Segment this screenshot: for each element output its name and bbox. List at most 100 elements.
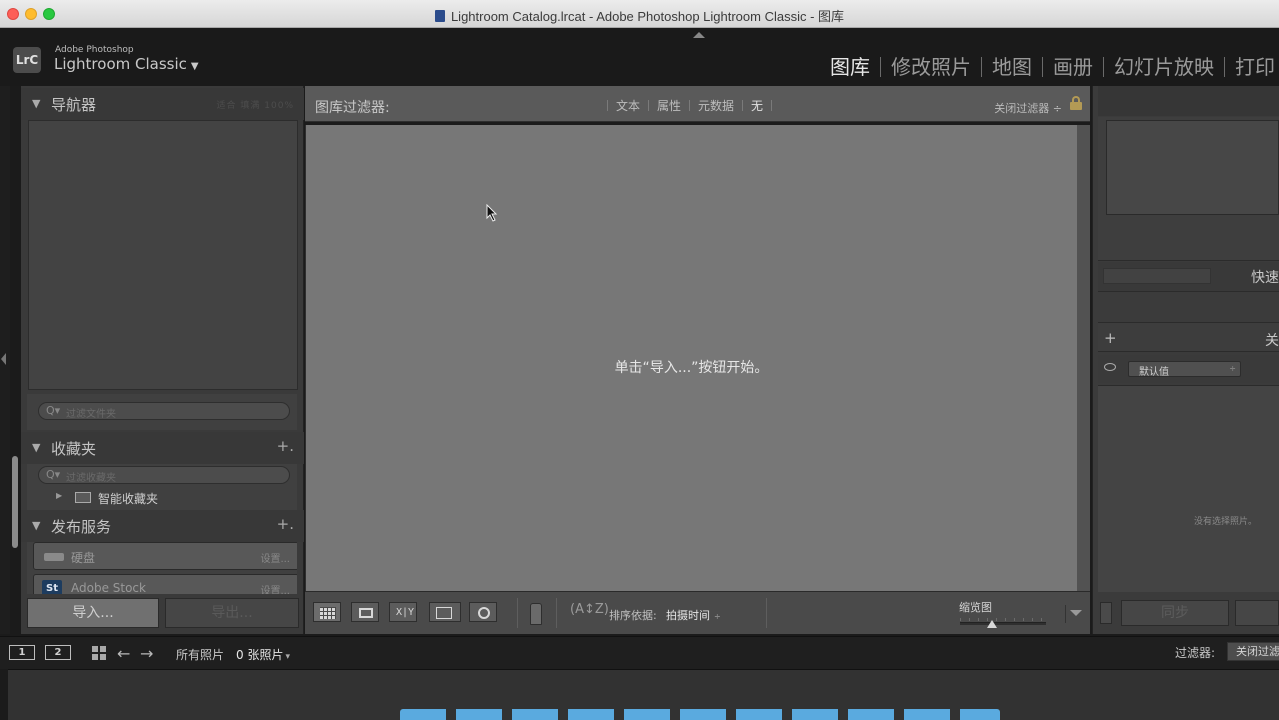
search-icon: Q▾ bbox=[46, 468, 61, 481]
survey-icon bbox=[436, 607, 452, 619]
product-name-menu[interactable]: Lightroom Classic ▼ bbox=[54, 55, 199, 73]
publish-services-body: 硬盘 设置... St Adobe Stock 设置... bbox=[27, 542, 297, 594]
search-icon: Q▾ bbox=[46, 404, 61, 417]
auto-sync-switch[interactable] bbox=[1100, 602, 1112, 624]
module-picker: 图库 修改照片 地图 画册 幻灯片放映 打印 bbox=[830, 51, 1275, 80]
filter-preset-menu[interactable]: 关闭过滤器 ÷ bbox=[994, 100, 1062, 116]
document-icon bbox=[434, 10, 445, 22]
add-collection-button[interactable]: +. bbox=[277, 437, 294, 455]
window-title-bar: Lightroom Catalog.lrcat - Adobe Photosho… bbox=[0, 0, 1279, 28]
module-book[interactable]: 画册 bbox=[1053, 51, 1093, 80]
library-filter-bar: 图库过滤器: 文本 属性 元数据 无 关闭过滤器 ÷ bbox=[305, 86, 1090, 122]
toolbar-divider bbox=[556, 598, 557, 628]
toolbar-content-menu[interactable] bbox=[1065, 605, 1085, 623]
right-panel-top-strip bbox=[1098, 86, 1279, 116]
left-panel-scrollbar[interactable] bbox=[12, 456, 18, 548]
triangle-down-icon: ▼ bbox=[32, 519, 41, 532]
module-divider bbox=[981, 57, 982, 77]
filter-attribute-tab[interactable]: 属性 bbox=[657, 99, 681, 113]
eye-icon[interactable] bbox=[1104, 363, 1116, 371]
service-settings-button[interactable]: 设置... bbox=[260, 582, 290, 594]
filter-divider bbox=[648, 100, 650, 111]
lock-icon[interactable] bbox=[1070, 96, 1082, 110]
module-print[interactable]: 打印 bbox=[1235, 51, 1275, 80]
filmstrip-filter-dropdown[interactable]: 关闭过滤器 bbox=[1227, 642, 1279, 661]
sort-by-label: 排序依据: bbox=[609, 609, 657, 622]
people-view-button[interactable] bbox=[469, 602, 497, 622]
navigator-zoom-options[interactable]: 适合 填满 100% bbox=[217, 98, 294, 111]
filter-metadata-tab[interactable]: 元数据 bbox=[698, 99, 734, 113]
updown-icon: ÷ bbox=[714, 612, 721, 621]
grid-view-button[interactable] bbox=[313, 602, 341, 622]
publish-service-adobe-stock[interactable]: St Adobe Stock 设置... bbox=[33, 574, 297, 594]
publish-services-header[interactable]: ▼ 发布服务 +. bbox=[21, 510, 304, 542]
adobe-stock-icon: St bbox=[42, 580, 62, 594]
caret-down-icon: ▼ bbox=[190, 61, 199, 72]
sort-direction-icon[interactable]: (A↕Z) bbox=[570, 602, 609, 617]
loupe-view-button[interactable] bbox=[351, 602, 379, 622]
thumbnail-slider-knob[interactable] bbox=[987, 620, 997, 628]
sync-settings-button[interactable] bbox=[1235, 600, 1279, 626]
survey-view-button[interactable] bbox=[429, 602, 461, 622]
right-panel-bottom: 同步 bbox=[1098, 598, 1279, 628]
keywording-header[interactable]: + 关 bbox=[1098, 322, 1279, 352]
filter-divider bbox=[607, 100, 608, 111]
export-button[interactable]: 导出... bbox=[165, 598, 299, 628]
smart-collections-row[interactable]: ▶ 智能收藏夹 bbox=[27, 488, 297, 508]
module-slideshow[interactable]: 幻灯片放映 bbox=[1114, 51, 1214, 80]
vendor-name: Adobe Photoshop bbox=[55, 45, 134, 55]
main-screen-button[interactable]: 1 bbox=[9, 645, 35, 660]
collection-search-input[interactable]: Q▾ 过滤收藏夹 bbox=[38, 466, 290, 484]
module-develop[interactable]: 修改照片 bbox=[891, 51, 971, 80]
metadata-panel-body bbox=[1098, 385, 1279, 592]
module-library[interactable]: 图库 bbox=[830, 51, 870, 80]
filter-none-tab[interactable]: 无 bbox=[751, 99, 763, 113]
forward-arrow-icon[interactable]: → bbox=[140, 644, 153, 663]
no-photo-selected-text: 没有选择照片。 bbox=[1194, 517, 1258, 527]
second-screen-button[interactable]: 2 bbox=[45, 645, 71, 660]
back-arrow-icon[interactable]: ← bbox=[117, 644, 130, 663]
add-publish-service-button[interactable]: +. bbox=[277, 515, 294, 533]
triangle-right-icon: ▶ bbox=[56, 491, 63, 500]
folder-search-input[interactable]: Q▾ 过滤文件夹 bbox=[38, 402, 290, 420]
quick-develop-header[interactable]: 快速 bbox=[1098, 262, 1279, 292]
metadata-toolbar: 默认值 ÷ bbox=[1098, 355, 1279, 383]
grid-view[interactable]: 单击“导入...”按钮开始。 bbox=[305, 125, 1077, 591]
add-keyword-button[interactable]: + bbox=[1104, 329, 1117, 347]
navigator-title: 导航器 bbox=[51, 96, 97, 114]
sync-button[interactable]: 同步 bbox=[1121, 600, 1229, 626]
painter-spray-can-icon[interactable] bbox=[530, 603, 542, 625]
smart-collections-label: 智能收藏夹 bbox=[98, 492, 159, 506]
toolbar-divider bbox=[517, 598, 518, 628]
grid-view-icon[interactable] bbox=[92, 646, 106, 660]
sort-by-dropdown[interactable]: 拍摄时间 ÷ bbox=[666, 607, 721, 623]
thumbnail-size-slider[interactable] bbox=[960, 622, 1046, 625]
publish-service-hard-drive[interactable]: 硬盘 设置... bbox=[33, 542, 297, 570]
filter-text-tab[interactable]: 文本 bbox=[616, 99, 640, 113]
filter-divider bbox=[771, 100, 773, 111]
compare-view-button[interactable]: X|Y bbox=[389, 602, 417, 622]
face-icon bbox=[478, 607, 490, 619]
folders-search-area: Q▾ 过滤文件夹 bbox=[27, 394, 297, 430]
module-map[interactable]: 地图 bbox=[992, 51, 1032, 80]
collapse-left-panel-icon[interactable] bbox=[1, 353, 6, 365]
navigator-header[interactable]: ▼ 导航器 适合 填满 100% bbox=[21, 88, 304, 120]
thumbnail-slider-ticks bbox=[960, 618, 1046, 621]
collections-header[interactable]: ▼ 收藏夹 +. bbox=[21, 432, 304, 464]
grid-scrollbar[interactable] bbox=[1077, 125, 1090, 591]
collections-title: 收藏夹 bbox=[51, 440, 97, 458]
import-button[interactable]: 导入... bbox=[27, 598, 159, 628]
triangle-down-icon: ▼ bbox=[32, 441, 41, 454]
histogram-display bbox=[1106, 120, 1279, 215]
filmstrip-filter-label: 过滤器: bbox=[1175, 646, 1216, 660]
collapse-top-panel-icon[interactable] bbox=[693, 32, 705, 38]
metadata-preset-select[interactable]: 默认值 ÷ bbox=[1128, 361, 1241, 378]
folder-search-placeholder: 过滤文件夹 bbox=[66, 409, 116, 420]
empty-grid-message: 单击“导入...”按钮开始。 bbox=[614, 360, 769, 376]
service-settings-button[interactable]: 设置... bbox=[260, 550, 290, 565]
filmstrip-source-label[interactable]: 所有照片 bbox=[176, 646, 224, 663]
module-divider bbox=[1103, 57, 1104, 77]
video-caption-overlay bbox=[400, 709, 1000, 720]
quick-develop-title: 快速 bbox=[1251, 270, 1279, 286]
filmstrip-photo-count[interactable]: 0 张照片 ▾ bbox=[236, 646, 290, 663]
